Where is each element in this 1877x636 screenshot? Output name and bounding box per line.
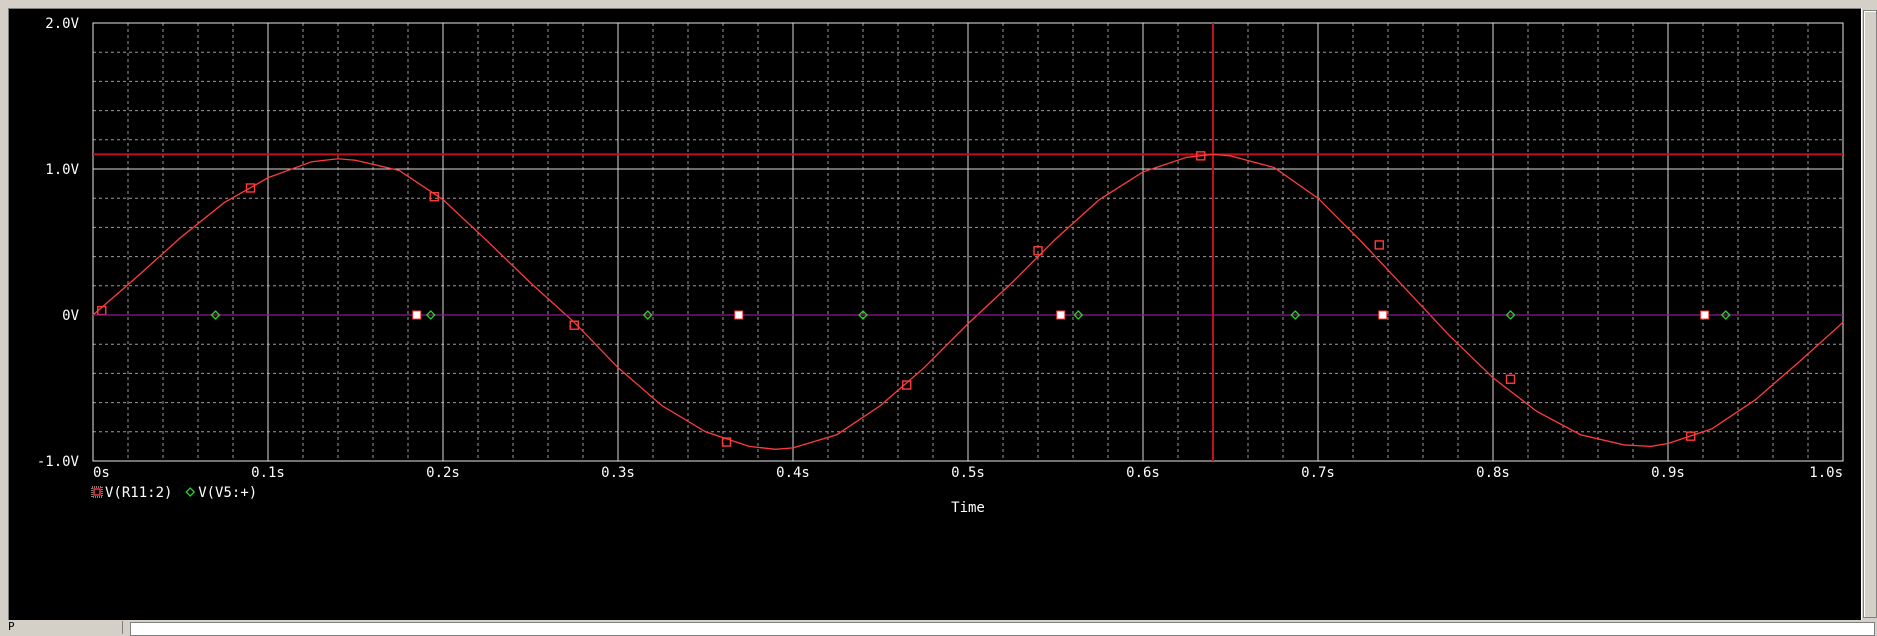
- x-tick-label: 0.2s: [426, 465, 460, 481]
- probe-tab-label: P: [8, 620, 15, 633]
- x-tick-label: 0.4s: [776, 465, 810, 481]
- y-tick-label: -1.0V: [37, 454, 80, 470]
- overlap-marker: [734, 310, 744, 320]
- square-marker: [1505, 374, 1516, 384]
- legend-diamond-marker: [185, 487, 196, 497]
- status-bar: P: [0, 620, 1877, 636]
- overlap-marker: [1378, 310, 1388, 320]
- legend-label: V(R11:2): [105, 485, 172, 501]
- x-tick-label: 0.1s: [251, 465, 285, 481]
- x-tick-label: 0.7s: [1301, 465, 1335, 481]
- x-tick-label: 1.0s: [1809, 465, 1843, 481]
- chart-svg: 2.0V 1.0V 0V -1.0V 0s 0.1s 0.2s 0.3s 0.4s 0.5s 0.6…: [37, 16, 1844, 516]
- x-tick-label: 0.8s: [1476, 465, 1510, 481]
- y-tick-label: 2.0V: [45, 16, 79, 32]
- x-tick-label: 0.3s: [601, 465, 635, 481]
- y-tick-label: 0V: [62, 308, 79, 324]
- scrollbar-thumb[interactable]: [1863, 10, 1877, 618]
- status-panel: [130, 622, 1875, 636]
- x-axis-label: Time: [951, 500, 985, 516]
- square-marker: [1374, 240, 1384, 250]
- overlap-marker: [1056, 310, 1066, 320]
- x-tick-label: 0.6s: [1126, 465, 1160, 481]
- x-tick-label: 0.9s: [1651, 465, 1685, 481]
- x-tick-label: 0.5s: [951, 465, 985, 481]
- vertical-scrollbar[interactable]: [1861, 8, 1877, 620]
- y-tick-label: 1.0V: [45, 162, 79, 178]
- overlap-marker: [1700, 310, 1710, 320]
- x-tick-label: 0s: [93, 465, 110, 481]
- legend-square-marker: [93, 488, 101, 496]
- major-grid: [92, 22, 1844, 462]
- legend-label: V(V5:+): [198, 485, 257, 501]
- plot-window[interactable]: 2.0V 1.0V 0V -1.0V 0s 0.1s 0.2s 0.3s 0.4s 0.5s 0.6…: [8, 8, 1862, 622]
- overlap-marker: [412, 310, 422, 320]
- probe-tab[interactable]: P: [2, 620, 123, 634]
